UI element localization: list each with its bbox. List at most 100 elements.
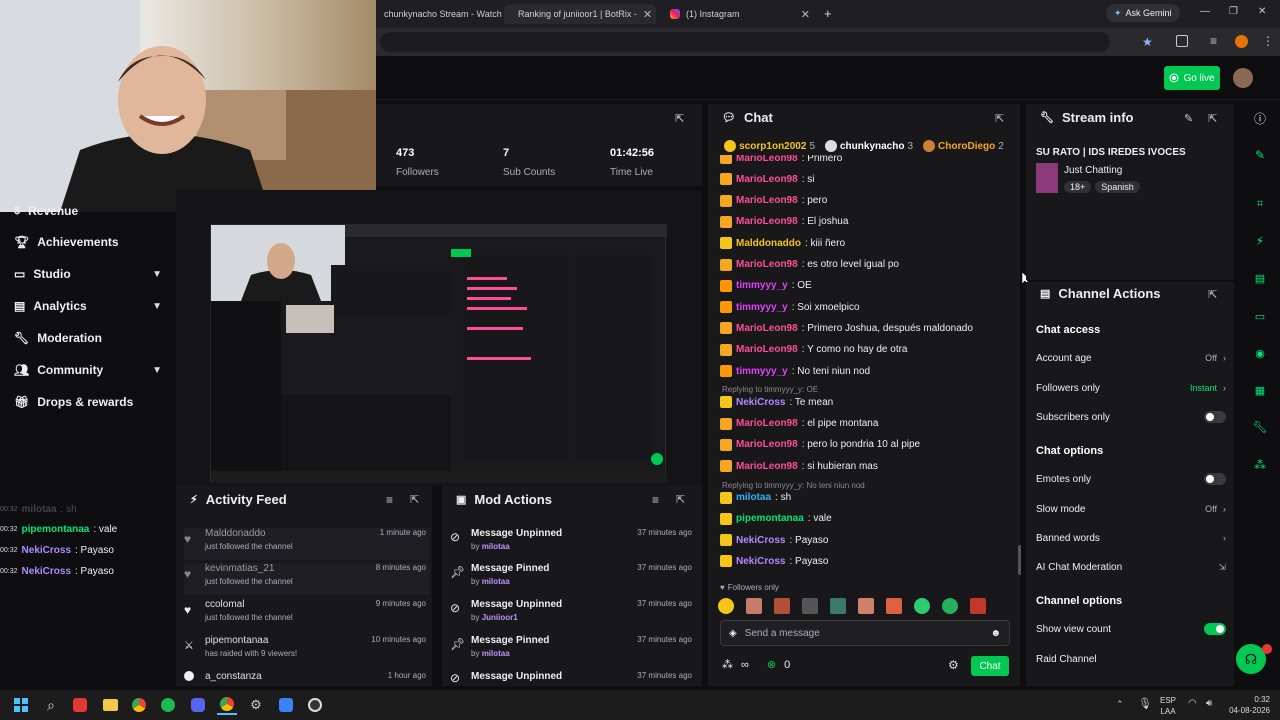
chat-message[interactable]: Malddonaddo: kiii ñero <box>720 234 1016 252</box>
mod-action-row[interactable]: ⊘ Message Unpinned 37 minutes ago <box>450 671 696 685</box>
chat-username[interactable]: Malddonaddo <box>736 238 801 249</box>
show-view-count-toggle[interactable] <box>1204 623 1226 635</box>
activity-row[interactable]: ♥ kevinmatias_21 just followed the chann… <box>184 563 430 595</box>
chat-username[interactable]: NekiCross <box>736 556 785 567</box>
emote-icon[interactable] <box>886 598 902 614</box>
close-icon[interactable]: ✕ <box>643 8 652 21</box>
activity-row[interactable]: ⚔ pipemontanaa has raided with 9 viewers… <box>184 635 430 667</box>
search-icon[interactable]: ⌕ <box>41 695 61 715</box>
bolt-icon[interactable]: ⚡︎ <box>1240 226 1280 256</box>
chat-icon[interactable]: ▭ <box>1240 301 1280 331</box>
mod-action-row[interactable]: ⊘ Message Unpinned by milotaa 37 minutes… <box>450 528 696 560</box>
go-live-button[interactable]: Go live <box>1164 66 1220 90</box>
app-icon[interactable] <box>70 695 90 715</box>
browser-tab[interactable]: chunkynacho Stream - Watch L ✕ <box>376 4 502 24</box>
mod-action-row[interactable]: 📌︎ Message Pinned by milotaa 37 minutes … <box>450 563 696 595</box>
filter-icon[interactable]: ≡ <box>652 493 659 507</box>
clock[interactable]: 0:32 04-08-2026 <box>1222 694 1270 716</box>
chat-input[interactable]: ◈ Send a message ☻ <box>720 620 1010 646</box>
chat-username[interactable]: milotaa <box>736 492 771 503</box>
ai-moderation-setting[interactable]: AI Chat Moderation ⇲ <box>1036 557 1226 577</box>
app-icon[interactable] <box>276 695 296 715</box>
top-chatter[interactable]: ChoroDiego 2 <box>923 137 1004 155</box>
emote-icon[interactable] <box>830 598 846 614</box>
emote-icon[interactable] <box>746 598 762 614</box>
chat-message[interactable]: NekiCross: Payaso <box>720 552 1016 570</box>
browser-tab[interactable]: (1) Instagram ✕ <box>662 4 818 24</box>
popout-icon[interactable]: ⇱ <box>410 493 419 506</box>
sidebar-item-moderation[interactable]: 🔧︎ Moderation <box>14 328 162 348</box>
language-indicator[interactable]: ESP LAA <box>1160 695 1176 717</box>
more-menu-icon[interactable]: ⋮ <box>1262 34 1274 48</box>
chat-username[interactable]: MarioLeon98 <box>736 155 798 164</box>
chat-username[interactable]: timmyyy_y <box>736 302 788 313</box>
chrome-active-icon[interactable] <box>217 695 237 715</box>
emoji-icon[interactable]: ☻ <box>990 628 1001 639</box>
show-view-count-setting[interactable]: Show view count <box>1036 619 1226 639</box>
file-explorer-icon[interactable] <box>100 695 120 715</box>
chat-message[interactable]: MarioLeon98: Primero <box>720 155 1016 167</box>
emote-icon[interactable] <box>914 598 930 614</box>
sidebar-item-drops[interactable]: 🎁︎ Drops & rewards <box>14 392 162 412</box>
chat-username[interactable]: pipemontanaa <box>736 513 804 524</box>
raid-channel-setting[interactable]: Raid Channel <box>1036 649 1226 669</box>
spotify-icon[interactable] <box>158 695 178 715</box>
chat-message[interactable]: MarioLeon98: el pipe montana <box>720 415 1016 433</box>
activity-row[interactable]: ♥ Malddonaddo just followed the channel … <box>184 528 430 560</box>
gear-icon[interactable]: ⚙ <box>948 658 959 672</box>
browser-tab[interactable]: Ranking of juniioor1 | BotRix - ✕ <box>504 4 656 24</box>
broadcast-icon[interactable]: ◉ <box>1240 338 1280 368</box>
popout-icon[interactable]: ⇱ <box>676 493 685 506</box>
filter-icon[interactable]: ≡ <box>386 493 393 507</box>
close-window-icon[interactable]: ✕ <box>1258 6 1266 17</box>
chat-message[interactable]: NekiCross: Te mean <box>720 393 1016 411</box>
chat-message[interactable]: MarioLeon98: es otro level igual po <box>720 256 1016 274</box>
obs-icon[interactable] <box>305 695 325 715</box>
stream-preview-video[interactable] <box>210 224 667 483</box>
community-icon[interactable]: ⁂ <box>1240 450 1280 480</box>
chat-username[interactable]: MarioLeon98 <box>736 323 798 334</box>
reading-list-icon[interactable]: ≡ <box>1210 34 1217 48</box>
chat-message[interactable]: MarioLeon98: El joshua <box>720 213 1016 231</box>
document-icon[interactable]: ▤ <box>1240 263 1280 293</box>
mod-action-row[interactable]: ⊘ Message Unpinned by Juniioor1 37 minut… <box>450 599 696 631</box>
emotes-only-toggle[interactable] <box>1204 473 1226 485</box>
chrome-icon[interactable] <box>129 695 149 715</box>
chat-username[interactable]: MarioLeon98 <box>736 461 798 472</box>
chat-username[interactable]: MarioLeon98 <box>736 418 798 429</box>
minimize-icon[interactable]: — <box>1200 6 1210 17</box>
new-tab-button[interactable]: + <box>824 6 832 21</box>
popout-icon[interactable]: ⇱ <box>675 112 684 125</box>
chat-username[interactable]: NekiCross <box>736 535 785 546</box>
chat-username[interactable]: timmyyy_y <box>736 366 788 377</box>
emotes-only-setting[interactable]: Emotes only <box>1036 469 1226 489</box>
banned-words-setting[interactable]: Banned words › <box>1036 528 1226 548</box>
chat-message[interactable]: MarioLeon98: si <box>720 170 1016 188</box>
chat-username[interactable]: MarioLeon98 <box>736 216 798 227</box>
close-icon[interactable]: ✕ <box>801 8 810 21</box>
chat-message[interactable]: MarioLeon98: Y como no hay de otra <box>720 341 1016 359</box>
volume-icon[interactable]: 🔊︎ <box>1206 698 1212 709</box>
sidebar-item-achievements[interactable]: 🏆︎ Achievements <box>14 232 162 252</box>
ask-gemini-button[interactable]: ✦ Ask Gemini <box>1106 4 1180 22</box>
chat-message[interactable]: timmyyy_y: OE <box>720 277 1016 295</box>
info-icon[interactable]: ⓘ <box>1240 103 1280 133</box>
chat-message[interactable]: timmyyy_y: Soi xmoelpico <box>720 298 1016 316</box>
emote-icon[interactable] <box>970 598 986 614</box>
subscribers-only-setting[interactable]: Subscribers only <box>1036 407 1226 427</box>
slow-mode-setting[interactable]: Slow mode Off › <box>1036 499 1226 519</box>
wrench-icon[interactable]: 🔧︎ <box>1240 412 1280 442</box>
chat-scrollbar[interactable] <box>1018 545 1021 575</box>
emote-icon[interactable] <box>942 598 958 614</box>
bookmark-star-icon[interactable]: ★ <box>1142 35 1153 49</box>
emote-icon[interactable] <box>858 598 874 614</box>
avatar[interactable] <box>1233 68 1253 88</box>
followers-only-setting[interactable]: Followers only Instant › <box>1036 378 1226 398</box>
activity-row[interactable]: ♥ ccolomal just followed the channel 9 m… <box>184 599 430 631</box>
account-age-setting[interactable]: Account age Off › <box>1036 348 1226 368</box>
chat-message[interactable]: MarioLeon98: pero <box>720 192 1016 210</box>
settings-icon[interactable]: ⚙ <box>246 695 266 715</box>
chat-message[interactable]: timmyyy_y: No teni niun nod <box>720 362 1016 380</box>
popout-icon[interactable]: ⇱ <box>1208 288 1217 301</box>
chevron-up-icon[interactable]: ⌃ <box>1116 699 1124 710</box>
